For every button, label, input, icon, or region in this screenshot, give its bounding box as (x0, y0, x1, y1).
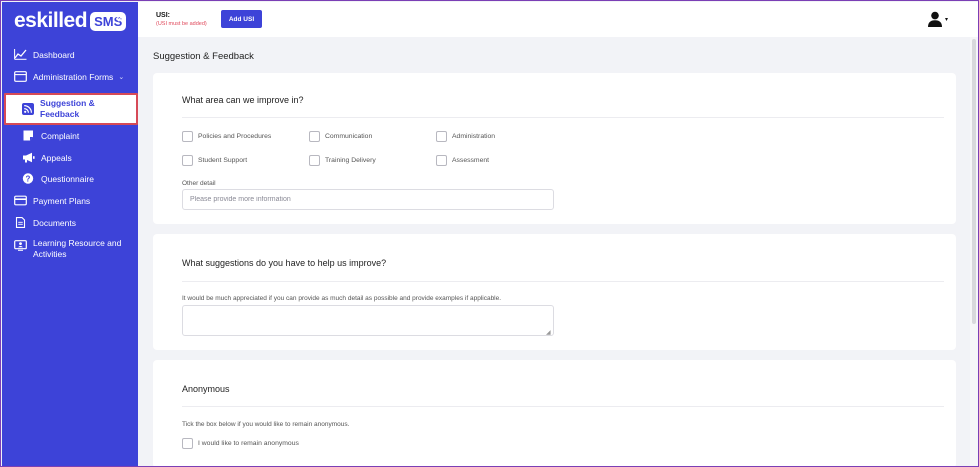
checkbox-box[interactable] (309, 155, 320, 166)
sidebar-item-suggestion-feedback[interactable]: Suggestion & Feedback (4, 93, 138, 125)
divider (182, 406, 944, 407)
checkbox-label: I would like to remain anonymous (198, 440, 299, 447)
sidebar-item-administration-forms[interactable]: Administration Forms ⌄ (14, 71, 124, 82)
sidebar-item-label: Administration Forms (33, 71, 114, 82)
anonymous-hint: Tick the box below if you would like to … (182, 421, 350, 428)
sidebar-item-label: Feedback (40, 109, 80, 119)
logo[interactable]: eskilled SMS (14, 9, 127, 32)
sidebar-item-label: Complaint (41, 130, 80, 141)
sidebar-item-label: Payment Plans (33, 195, 91, 206)
checkbox-box[interactable] (182, 155, 193, 166)
sidebar-item-complaint[interactable]: Complaint (22, 130, 79, 141)
sidebar-item-label: Suggestion & (40, 98, 95, 108)
checkbox-box[interactable] (309, 131, 320, 142)
improve-area-card: What area can we improve in? Policies an… (153, 73, 956, 224)
sidebar-item-payment-plans[interactable]: Payment Plans (14, 195, 90, 206)
checkbox-remain-anonymous[interactable]: I would like to remain anonymous (182, 438, 299, 449)
sidebar-item-dashboard[interactable]: Dashboard (14, 49, 75, 60)
question-circle-icon: ? (22, 173, 35, 184)
top-bar: USI: (USI must be added) Add USI ▾ (138, 2, 978, 37)
note-icon (22, 130, 35, 141)
suggestions-card: What suggestions do you have to help us … (153, 234, 956, 350)
sidebar-item-appeals[interactable]: Appeals (22, 152, 72, 163)
user-menu[interactable]: ▾ (927, 10, 953, 28)
chart-line-icon (14, 49, 27, 60)
megaphone-icon (22, 152, 35, 163)
sidebar-item-label: Dashboard (33, 49, 75, 60)
chevron-down-icon: ⌄ (118, 72, 125, 81)
sidebar-item-documents[interactable]: Documents (14, 217, 76, 228)
checkbox-label: Policies and Procedures (198, 133, 272, 140)
checkbox-box[interactable] (182, 438, 193, 449)
card-title: What suggestions do you have to help us … (182, 258, 387, 268)
credit-card-icon (14, 195, 27, 206)
sidebar-item-label: Activities (33, 249, 67, 259)
app-frame: eskilled SMS « Dashboard Administration … (0, 0, 979, 467)
card-title: What area can we improve in? (182, 95, 304, 105)
svg-text:?: ? (26, 174, 31, 183)
checkbox-label: Administration (452, 133, 496, 140)
scrollbar[interactable] (970, 37, 978, 466)
card-title: Anonymous (182, 384, 230, 394)
checkbox-administration[interactable]: Administration (436, 131, 495, 142)
checkbox-label: Communication (325, 133, 373, 140)
other-detail-input[interactable] (182, 189, 554, 210)
checkbox-label: Student Support (198, 157, 248, 164)
checkbox-assessment[interactable]: Assessment (436, 155, 489, 166)
anonymous-card: Anonymous Tick the box below if you woul… (153, 360, 956, 466)
usi-warning: (USI must be added) (156, 21, 207, 27)
resize-grip-icon[interactable]: ◢ (546, 329, 551, 336)
rss-icon (22, 103, 34, 115)
checkbox-communication[interactable]: Communication (309, 131, 372, 142)
checkbox-box[interactable] (436, 155, 447, 166)
checkbox-training-delivery[interactable]: Training Delivery (309, 155, 376, 166)
suggestions-hint: It would be much appreciated if you can … (182, 295, 502, 302)
sidebar-item-learning-resource[interactable]: Learning Resource and Activities (14, 238, 121, 260)
sidebar-item-label: Learning Resource and (33, 238, 122, 248)
browser-window-icon (14, 71, 27, 82)
checkbox-label: Training Delivery (325, 157, 376, 164)
sidebar-item-label: Questionnaire (41, 173, 94, 184)
add-usi-button[interactable]: Add USI (221, 10, 262, 28)
suggestions-textarea[interactable] (182, 305, 554, 336)
sidebar-item-label: Appeals (41, 152, 72, 163)
user-icon (928, 11, 942, 27)
double-chevron-left-icon[interactable]: « (115, 11, 124, 27)
document-icon (14, 217, 27, 228)
usi-label: USI: (156, 12, 170, 19)
divider (182, 281, 944, 282)
checkbox-policies-procedures[interactable]: Policies and Procedures (182, 131, 271, 142)
divider (182, 117, 944, 118)
scrollbar-thumb[interactable] (972, 39, 976, 324)
caret-down-icon: ▾ (945, 15, 949, 23)
sidebar-item-label: Documents (33, 217, 76, 228)
checkbox-box[interactable] (182, 131, 193, 142)
checkbox-student-support[interactable]: Student Support (182, 155, 247, 166)
sidebar: eskilled SMS « Dashboard Administration … (2, 2, 138, 466)
checkbox-label: Assessment (452, 157, 490, 164)
other-detail-label: Other detail (182, 180, 216, 187)
sidebar-item-questionnaire[interactable]: ? Questionnaire (22, 173, 94, 184)
user-screen-icon (14, 240, 27, 251)
page-title: Suggestion & Feedback (153, 51, 254, 62)
checkbox-box[interactable] (436, 131, 447, 142)
logo-text: eskilled (14, 9, 88, 32)
